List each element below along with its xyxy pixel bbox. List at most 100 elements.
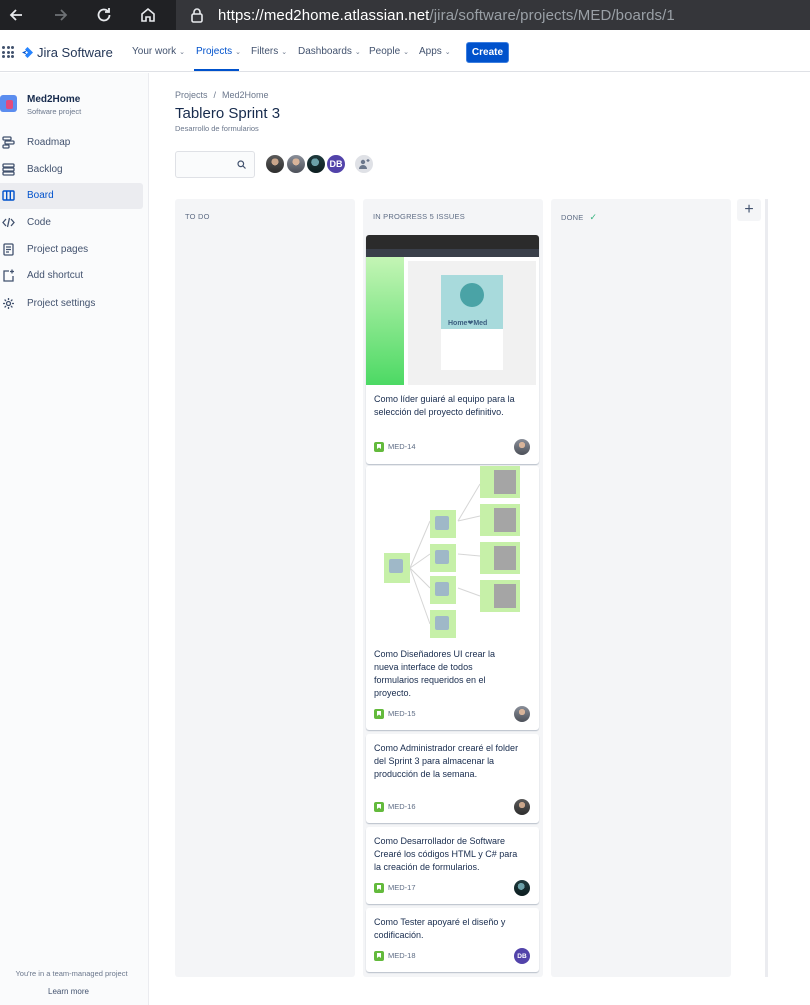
browser-toolbar: https://med2home.atlassian.net/jira/soft…: [0, 0, 810, 30]
sidebar-item-label: Project settings: [27, 298, 96, 309]
card-summary: Como Diseñadores UI crear la nueva inter…: [374, 649, 496, 698]
product-name: Jira Software: [37, 45, 113, 60]
code-icon: [2, 217, 15, 228]
column-done: DONE ✓: [551, 199, 731, 977]
flow-node: [430, 576, 456, 604]
cover-sidebar: [366, 257, 404, 385]
issue-card[interactable]: Como Tester apoyaré el diseño y codifica…: [366, 908, 539, 972]
nav-dashboards[interactable]: Dashboards ⌄: [298, 46, 361, 57]
project-sidebar: Med2Home Software project Roadmap Backlo…: [0, 73, 149, 1005]
story-icon: [374, 951, 384, 961]
flow-node: [480, 504, 520, 536]
chevron-down-icon: ⌄: [235, 48, 241, 56]
chevron-down-icon: ⌄: [281, 48, 288, 56]
card-key[interactable]: MED-16: [388, 802, 416, 811]
issue-card[interactable]: Home❤Med Como líder guiaré al equipo par…: [366, 235, 539, 464]
address-bar[interactable]: https://med2home.atlassian.net/jira/soft…: [176, 0, 810, 30]
sidebar-item-board[interactable]: Board: [0, 183, 143, 209]
app-switcher-icon[interactable]: [2, 46, 14, 58]
sidebar-item-label: Add shortcut: [27, 270, 84, 281]
assignee-avatar[interactable]: [514, 439, 530, 455]
add-column-button[interactable]: +: [737, 199, 761, 221]
nav-projects-label: Projects: [196, 46, 233, 57]
issue-card[interactable]: Como Diseñadores UI crear la nueva inter…: [366, 466, 539, 730]
nav-apps-label: Apps: [419, 46, 442, 57]
roadmap-icon: [2, 136, 15, 149]
team-managed-notice: You're in a team-managed project: [15, 969, 128, 978]
nav-people[interactable]: People ⌄: [369, 46, 409, 57]
flow-node: [430, 544, 456, 572]
breadcrumb-projects[interactable]: Projects: [175, 90, 208, 100]
avatar[interactable]: DB: [325, 153, 347, 175]
assignee-avatar[interactable]: DB: [514, 948, 530, 964]
forward-arrow-icon[interactable]: [49, 3, 73, 27]
sidebar-item-label: Project pages: [27, 244, 89, 255]
nav-apps[interactable]: Apps ⌄: [419, 46, 451, 57]
url-text: https://med2home.atlassian.net/jira/soft…: [218, 7, 675, 24]
cover-browser-bar: [366, 235, 539, 249]
breadcrumb-project[interactable]: Med2Home: [222, 90, 269, 100]
sidebar-item-roadmap[interactable]: Roadmap: [0, 130, 143, 156]
sidebar-item-add-shortcut[interactable]: Add shortcut: [0, 263, 143, 289]
story-icon: [374, 802, 384, 812]
sidebar-item-code[interactable]: Code: [0, 210, 143, 236]
chevron-down-icon: ⌄: [403, 48, 410, 56]
project-type: Software project: [27, 107, 82, 116]
project-name[interactable]: Med2Home: [27, 94, 80, 105]
sidebar-item-label: Backlog: [27, 164, 63, 175]
create-button[interactable]: Create: [466, 42, 509, 63]
story-icon: [374, 709, 384, 719]
active-nav-indicator: [194, 69, 239, 71]
card-key[interactable]: MED-17: [388, 883, 416, 892]
url-host: https://med2home.atlassian.net: [218, 6, 430, 24]
flow-node: [430, 610, 456, 638]
story-icon: [374, 442, 384, 452]
card-summary: Como líder guiaré al equipo para la sele…: [374, 394, 515, 417]
search-icon: [237, 160, 246, 169]
sidebar-item-project-pages[interactable]: Project pages: [0, 237, 143, 263]
sidebar-item-project-settings[interactable]: Project settings: [0, 291, 143, 317]
learn-more-link[interactable]: Learn more: [0, 987, 137, 996]
chevron-down-icon: ⌄: [354, 48, 361, 56]
assignee-avatar[interactable]: [514, 880, 530, 896]
nav-your-work-label: Your work: [132, 46, 177, 57]
back-arrow-icon[interactable]: [4, 3, 28, 27]
search-input[interactable]: [175, 151, 255, 178]
home-icon[interactable]: [136, 3, 160, 27]
card-key[interactable]: MED-18: [388, 951, 416, 960]
flow-node: [480, 466, 520, 498]
column-title: DONE: [561, 213, 584, 222]
card-key[interactable]: MED-14: [388, 442, 416, 451]
cover-brand: Home❤Med: [448, 320, 488, 327]
card-cover-diagram: [366, 466, 539, 644]
nav-projects[interactable]: Projects ⌄: [196, 46, 241, 57]
column-title-wrap: DONE ✓: [561, 212, 597, 223]
nav-your-work[interactable]: Your work ⌄: [132, 46, 185, 57]
nav-filters[interactable]: Filters ⌄: [251, 46, 287, 57]
sidebar-item-label: Roadmap: [27, 137, 71, 148]
avatar[interactable]: [285, 153, 307, 175]
sidebar-item-backlog[interactable]: Backlog: [0, 157, 143, 183]
reload-icon[interactable]: [92, 3, 116, 27]
board-scroll-edge: [765, 199, 768, 977]
card-key[interactable]: MED-15: [388, 709, 416, 718]
sidebar-item-label: Code: [27, 217, 51, 228]
assignee-avatar[interactable]: [514, 799, 530, 815]
issue-card[interactable]: Como Administrador crearé el folder del …: [366, 734, 539, 823]
flow-node: [384, 553, 410, 583]
board-icon: [2, 190, 15, 201]
avatar[interactable]: [305, 153, 327, 175]
add-people-button[interactable]: [353, 153, 375, 175]
url-path: /jira/software/projects/MED/boards/1: [429, 6, 675, 24]
backlog-icon: [2, 163, 15, 176]
card-summary: Como Tester apoyaré el diseño y codifica…: [374, 917, 506, 940]
jira-logo[interactable]: Jira Software: [22, 45, 113, 60]
card-cover-image: Home❤Med: [366, 235, 539, 385]
assignee-avatar[interactable]: [514, 706, 530, 722]
issue-card[interactable]: Como Desarrollador de Software Crearé lo…: [366, 827, 539, 904]
avatar[interactable]: [264, 153, 286, 175]
cover-site-bar: [366, 249, 539, 257]
project-avatar[interactable]: [0, 95, 17, 112]
flow-node: [430, 510, 456, 538]
flow-node: [480, 580, 520, 612]
